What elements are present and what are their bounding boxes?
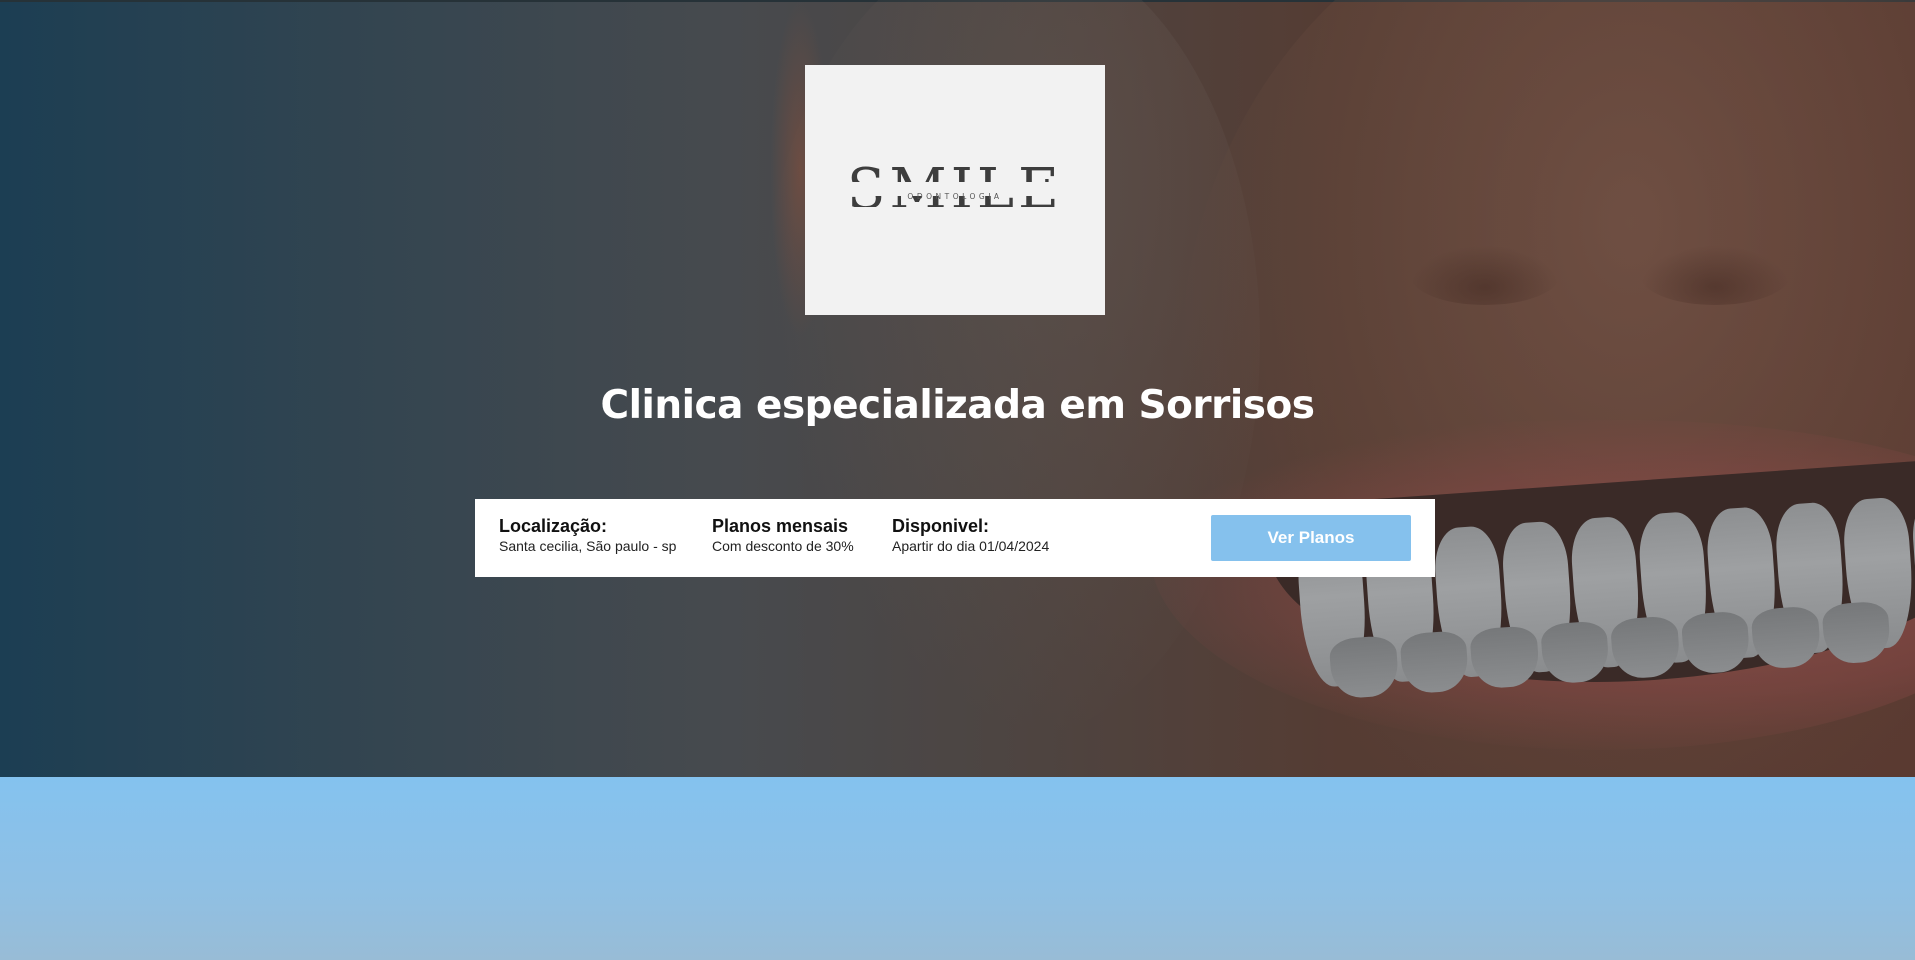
info-location-value: Santa cecilia, São paulo - sp — [499, 538, 677, 554]
landing-page: SMILE ODONTOLOGIA Clinica especializada … — [0, 0, 1915, 960]
info-availability: Disponivel: Apartir do dia 01/04/2024 — [892, 516, 1049, 556]
logo-tagline: ODONTOLOGIA — [907, 192, 1003, 201]
next-section — [0, 777, 1915, 960]
tooth — [1398, 630, 1470, 695]
logo[interactable]: SMILE ODONTOLOGIA — [805, 65, 1105, 315]
tooth — [1820, 600, 1892, 666]
info-availability-value: Apartir do dia 01/04/2024 — [892, 538, 1050, 554]
info-plans: Planos mensais Com desconto de 30% — [712, 516, 854, 556]
info-plans-value: Com desconto de 30% — [712, 538, 854, 554]
info-location: Localização: Santa cecilia, São paulo - … — [499, 516, 676, 556]
photo-nostril-right — [1640, 245, 1790, 305]
tooth — [1680, 610, 1751, 675]
tooth — [1469, 625, 1540, 690]
info-location-title: Localização: — [499, 516, 608, 536]
logo-wordmark: SMILE — [805, 165, 1105, 215]
page-title: Clinica especializada em Sorrisos — [600, 383, 1315, 428]
tooth — [1328, 634, 1400, 700]
info-plans-title: Planos mensais — [712, 516, 849, 536]
hero-section: SMILE ODONTOLOGIA Clinica especializada … — [0, 0, 1915, 777]
ver-planos-button[interactable]: Ver Planos — [1211, 515, 1411, 561]
info-bar: Localização: Santa cecilia, São paulo - … — [475, 499, 1435, 577]
photo-nostril-left — [1410, 245, 1560, 305]
tooth — [1539, 620, 1611, 685]
tooth — [1609, 615, 1681, 680]
tooth — [1750, 605, 1822, 670]
info-availability-title: Disponivel: — [892, 516, 990, 536]
